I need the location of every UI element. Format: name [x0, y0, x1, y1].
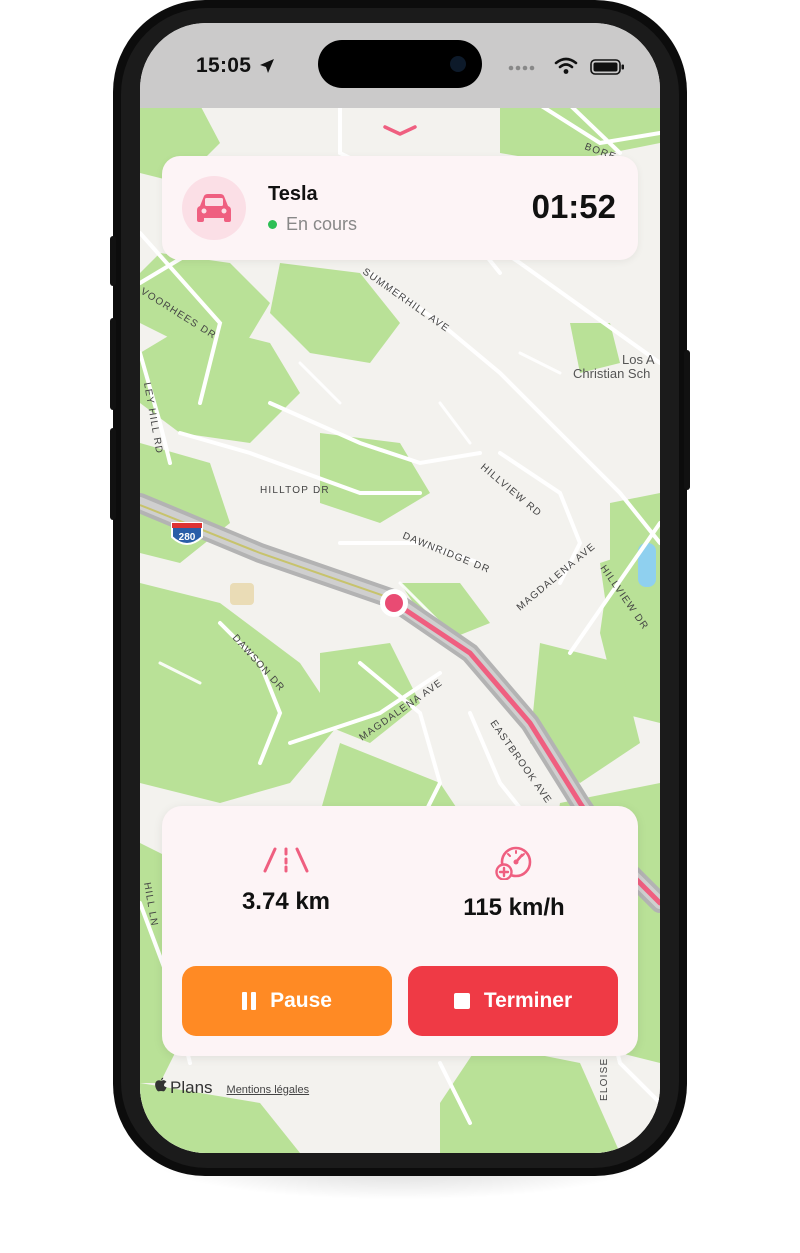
- interstate-280-shield: 280: [171, 522, 203, 545]
- trip-header-card: Tesla En cours 01:52: [162, 156, 638, 260]
- trip-controls-card: 3.74 km 115 km/h Pause Terminer: [162, 806, 638, 1056]
- battery-icon: [590, 59, 624, 75]
- map-label-280: 280: [179, 532, 196, 543]
- speed-stat: 115 km/h: [414, 846, 614, 922]
- stop-button[interactable]: Terminer: [408, 966, 618, 1036]
- car-icon: [197, 194, 231, 222]
- pause-button[interactable]: Pause: [182, 966, 392, 1036]
- wifi-icon: [554, 57, 578, 74]
- volume-down-button: [110, 428, 116, 520]
- status-indicator-dot: [268, 220, 277, 229]
- dynamic-island: [318, 40, 482, 88]
- status-icons: [508, 57, 638, 77]
- volume-up-button: [110, 318, 116, 410]
- position-marker: [385, 594, 403, 612]
- map-sandlot: [230, 583, 254, 605]
- map-attribution: Plans Mentions légales: [154, 1077, 309, 1098]
- chevron-down-icon[interactable]: [381, 123, 419, 139]
- map-label-los-a: Los A: [622, 352, 655, 367]
- pause-button-label: Pause: [270, 989, 332, 1012]
- trip-status: En cours: [268, 214, 357, 235]
- distance-stat: 3.74 km: [186, 846, 386, 916]
- stop-icon: [453, 993, 470, 1009]
- pause-icon: [242, 992, 257, 1010]
- legal-notices-link[interactable]: Mentions légales: [227, 1084, 310, 1096]
- phone-screen: 280 SUMMERHILL AVE VOORHEES DR HILLTOP D…: [140, 23, 660, 1153]
- map-label-hilltop: HILLTOP DR: [260, 485, 330, 496]
- map-label-christian-sch: Christian Sch: [573, 366, 650, 381]
- trip-timer: 01:52: [531, 188, 616, 225]
- maps-provider-label: Plans: [170, 1078, 213, 1097]
- speed-value: 115 km/h: [463, 894, 565, 921]
- apple-logo-icon: [155, 1077, 167, 1092]
- distance-value: 3.74 km: [241, 888, 331, 915]
- power-button: [684, 350, 690, 490]
- camera-dot: [450, 56, 466, 72]
- status-time: 15:05: [196, 54, 252, 77]
- speedometer-icon: [495, 846, 532, 880]
- trip-status-label: En cours: [286, 214, 358, 234]
- location-arrow-icon: [260, 59, 274, 73]
- map-label-eloise: ELOISE: [599, 1058, 610, 1101]
- road-icon: [263, 847, 309, 873]
- action-button: [110, 236, 116, 286]
- vehicle-name: Tesla: [268, 183, 318, 205]
- vehicle-avatar: [182, 176, 246, 240]
- stop-button-label: Terminer: [483, 989, 573, 1012]
- cellular-signal-icon: [508, 65, 535, 71]
